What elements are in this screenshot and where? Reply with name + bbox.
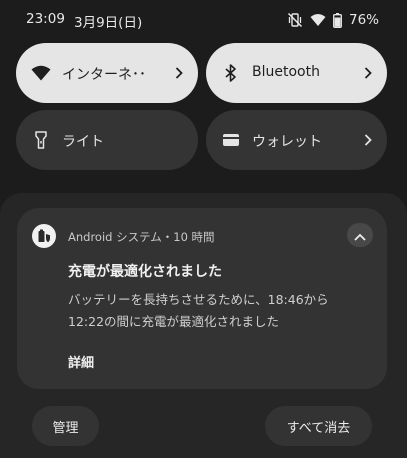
chevron-right-icon [361, 65, 375, 81]
tile-flashlight-label: ライト [62, 134, 104, 150]
wallet-icon [220, 130, 242, 150]
tile-flashlight[interactable]: ライト [16, 110, 198, 170]
notification-shade: 23:09 3月9日(日) 76% インターネ･･ Bluetooth ライト … [0, 0, 407, 458]
notification-header: Android システム・10 時間 [68, 230, 215, 244]
battery-icon [333, 12, 342, 28]
tile-wallet-label: ウォレット [252, 134, 322, 150]
chevron-right-icon [361, 132, 375, 148]
battery-shield-icon [32, 224, 56, 248]
status-date: 3月9日(日) [74, 15, 143, 31]
wifi-icon [310, 13, 326, 27]
notification-body-line: 12:22の間に充電が最適化されました [68, 314, 280, 329]
status-icons: 76% [287, 11, 379, 29]
tile-internet[interactable]: インターネ･･ [16, 43, 198, 103]
tile-wallet[interactable]: ウォレット [206, 110, 387, 170]
battery-percent: 76% [348, 12, 379, 28]
notification-body-line: バッテリーを長持ちさせるために、18:46から [68, 292, 329, 307]
details-action[interactable]: 詳細 [68, 352, 94, 371]
tile-bluetooth-label: Bluetooth [252, 64, 320, 80]
chevron-right-icon [172, 65, 186, 81]
status-bar: 23:09 3月9日(日) 76% [0, 0, 407, 40]
mute-vibrate-icon [287, 12, 303, 28]
clear-all-button[interactable]: すべて消去 [265, 406, 372, 446]
notification-title: 充電が最適化されました [68, 264, 222, 280]
status-time: 23:09 [26, 11, 65, 27]
wifi-icon [30, 63, 52, 83]
notification-body: バッテリーを長持ちさせるために、18:46から 12:22の間に充電が最適化され… [68, 289, 368, 333]
tile-internet-label: インターネ･･ [62, 67, 146, 83]
collapse-button[interactable] [347, 223, 373, 247]
bluetooth-icon [220, 63, 242, 83]
flashlight-icon [30, 130, 52, 150]
chevron-up-icon [354, 226, 366, 245]
tile-bluetooth[interactable]: Bluetooth [206, 43, 387, 103]
manage-button[interactable]: 管理 [32, 406, 99, 446]
